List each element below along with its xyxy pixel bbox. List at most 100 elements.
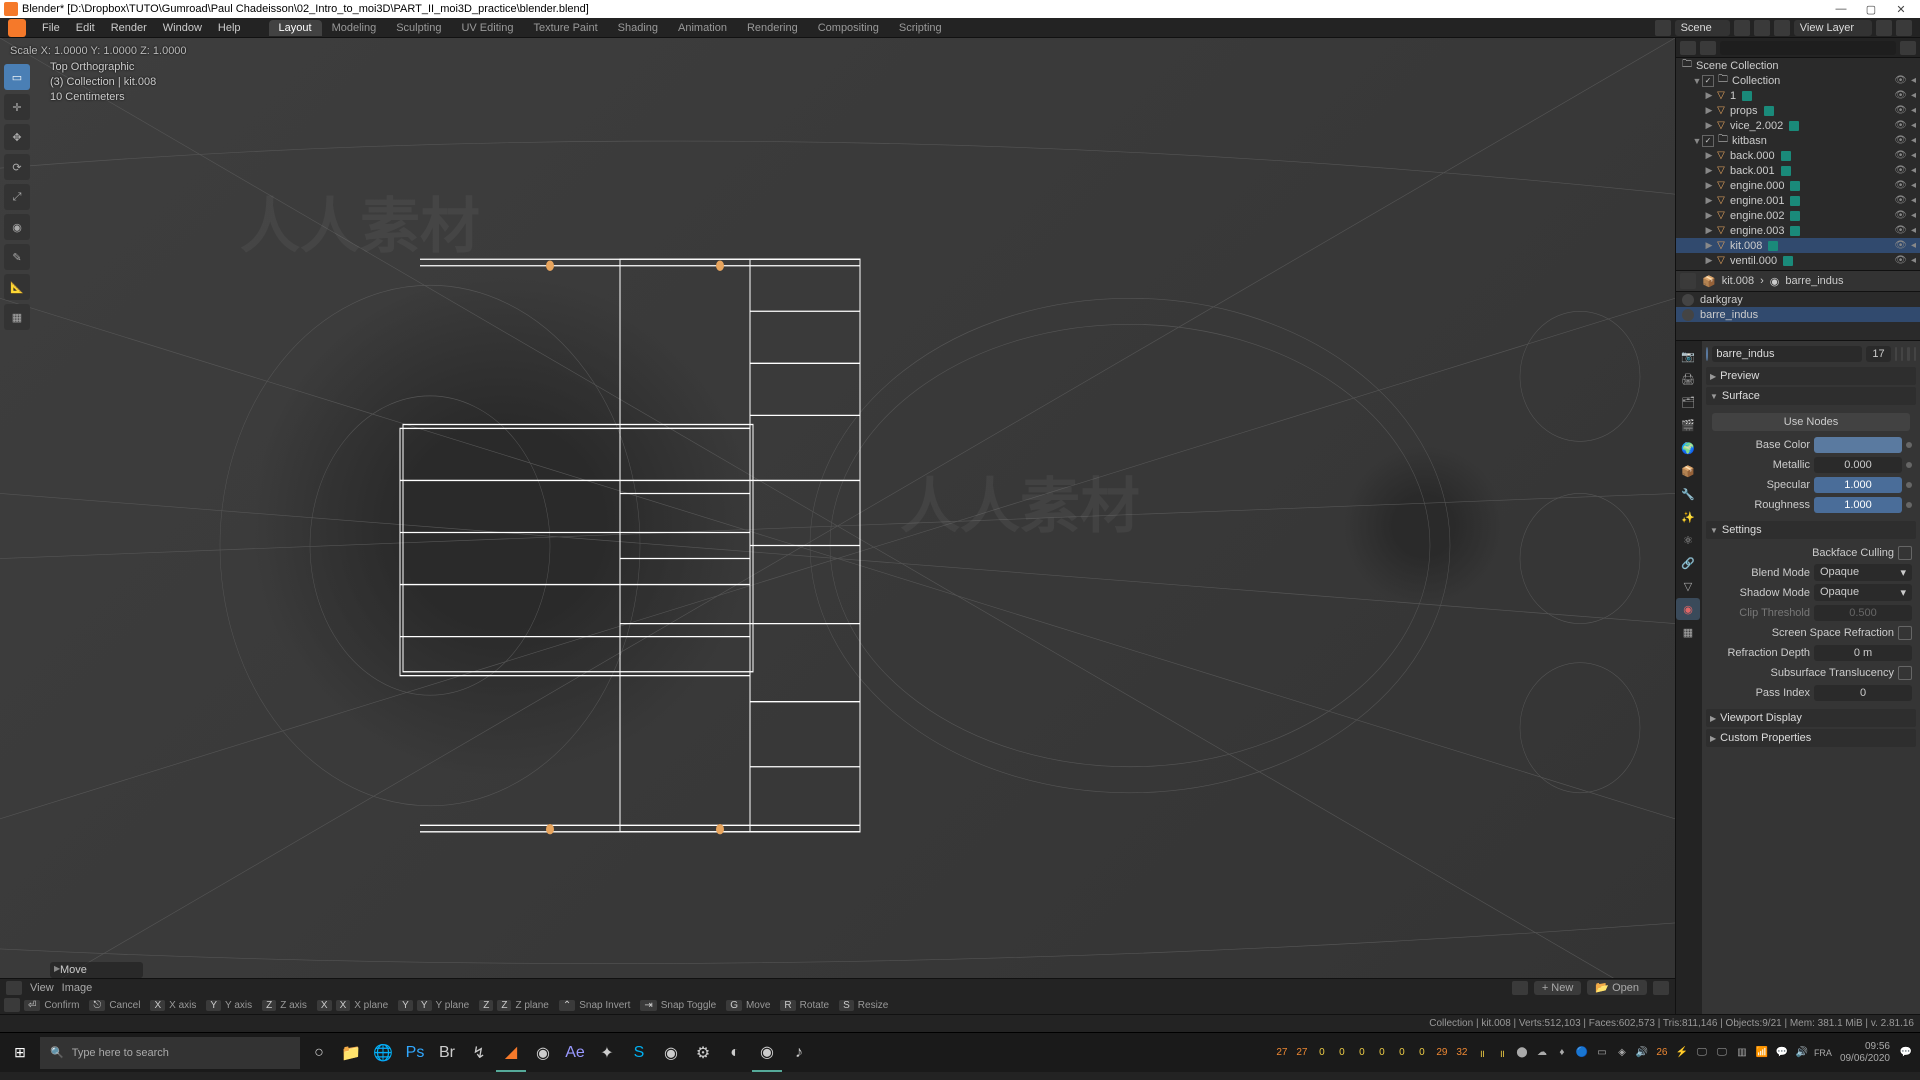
- outliner-row[interactable]: ▶▽engine.001👁◂: [1676, 193, 1920, 208]
- outliner-row[interactable]: ▶▽engine.000👁◂: [1676, 178, 1920, 193]
- tab-constraint-props[interactable]: 🔗: [1676, 552, 1700, 574]
- task-cortana-icon[interactable]: ○: [304, 1034, 334, 1072]
- uv-pin-icon[interactable]: [1653, 981, 1669, 995]
- task-chrome-icon[interactable]: 🌐: [368, 1034, 398, 1072]
- shadow-mode-dropdown[interactable]: Opaque▾: [1814, 584, 1912, 601]
- tab-object-props[interactable]: 📦: [1676, 460, 1700, 482]
- editor-type-icon-2[interactable]: [4, 998, 20, 1012]
- outliner-row[interactable]: ▶▽ventil.000👁◂: [1676, 253, 1920, 268]
- scene-dropdown-icon[interactable]: [1655, 20, 1671, 36]
- roughness-slider[interactable]: 1.000: [1814, 497, 1902, 513]
- tool-cursor[interactable]: ✛: [4, 94, 30, 120]
- viewlayer-name[interactable]: View Layer: [1794, 20, 1872, 36]
- start-button[interactable]: ⊞: [0, 1033, 40, 1073]
- 3d-viewport[interactable]: Scale X: 1.0000 Y: 1.0000 Z: 1.0000 Top …: [0, 38, 1675, 1014]
- tab-viewlayer-props[interactable]: 🗂: [1676, 391, 1700, 413]
- tab-compositing[interactable]: Compositing: [808, 20, 889, 36]
- tab-shading[interactable]: Shading: [608, 20, 668, 36]
- tab-render-props[interactable]: 📷: [1676, 345, 1700, 367]
- taskbar-search[interactable]: 🔍 Type here to search: [40, 1037, 300, 1069]
- refraction-depth[interactable]: 0 m: [1814, 645, 1912, 661]
- uv-menu-view[interactable]: View: [30, 982, 54, 994]
- material-slot[interactable]: barre_indus: [1676, 307, 1920, 322]
- outliner-type-icon[interactable]: [1680, 41, 1696, 55]
- material-slot-list[interactable]: darkgraybarre_indus: [1676, 292, 1920, 341]
- task-skype-icon[interactable]: S: [624, 1034, 654, 1072]
- outliner-display-icon[interactable]: [1700, 41, 1716, 55]
- crumb-object[interactable]: kit.008: [1722, 275, 1754, 287]
- task-moi3d-icon[interactable]: ◉: [528, 1034, 558, 1072]
- tool-select[interactable]: ▭: [4, 64, 30, 90]
- scene-new-icon[interactable]: [1734, 20, 1750, 36]
- basecolor-field[interactable]: [1814, 437, 1902, 453]
- tab-material-props[interactable]: ◉: [1676, 598, 1700, 620]
- uv-new-button[interactable]: + New: [1534, 981, 1582, 995]
- tab-world-props[interactable]: 🌍: [1676, 437, 1700, 459]
- material-unlink-icon[interactable]: [1907, 347, 1909, 361]
- outliner-row[interactable]: ▶▽kit.008👁◂: [1676, 238, 1920, 253]
- outliner-row[interactable]: ▼🗀Collection👁◂: [1676, 73, 1920, 88]
- task-explorer-icon[interactable]: 📁: [336, 1034, 366, 1072]
- outliner-row[interactable]: ▶▽engine.003👁◂: [1676, 223, 1920, 238]
- material-users[interactable]: 17: [1866, 346, 1890, 362]
- tab-physics-props[interactable]: ⚛: [1676, 529, 1700, 551]
- task-app5-icon[interactable]: ◐: [720, 1034, 750, 1072]
- outliner-filter-icon[interactable]: [1900, 41, 1916, 55]
- tab-uvediting[interactable]: UV Editing: [451, 20, 523, 36]
- viewlayer-new-icon[interactable]: [1876, 20, 1892, 36]
- outliner-row[interactable]: ▼🗀kitbasn👁◂: [1676, 133, 1920, 148]
- blender-logo-icon[interactable]: [8, 19, 26, 37]
- panel-custom-properties[interactable]: Custom Properties: [1706, 729, 1916, 747]
- ssr-check[interactable]: [1898, 626, 1912, 640]
- blend-mode-dropdown[interactable]: Opaque▾: [1814, 564, 1912, 581]
- outliner-row[interactable]: ▶▽back.001👁◂: [1676, 163, 1920, 178]
- outliner-row[interactable]: ▶▽engine.002👁◂: [1676, 208, 1920, 223]
- tab-layout[interactable]: Layout: [269, 20, 322, 36]
- tab-texture-props[interactable]: ▦: [1676, 621, 1700, 643]
- tab-rendering[interactable]: Rendering: [737, 20, 808, 36]
- tool-transform[interactable]: ◉: [4, 214, 30, 240]
- maximize-button[interactable]: ▢: [1856, 3, 1886, 16]
- task-app6-icon[interactable]: ◉: [752, 1034, 782, 1072]
- task-app2-icon[interactable]: ✦: [592, 1034, 622, 1072]
- material-copy-icon[interactable]: [1895, 347, 1897, 361]
- backface-culling-check[interactable]: [1898, 546, 1912, 560]
- task-app3-icon[interactable]: ◉: [656, 1034, 686, 1072]
- tab-output-props[interactable]: 🖨: [1676, 368, 1700, 390]
- menu-file[interactable]: File: [34, 22, 68, 34]
- tab-meshdata-props[interactable]: ▽: [1676, 575, 1700, 597]
- close-button[interactable]: ✕: [1886, 3, 1916, 16]
- specular-slider[interactable]: 1.000: [1814, 477, 1902, 493]
- taskbar-lang[interactable]: FRA: [1814, 1048, 1832, 1058]
- material-menu-icon[interactable]: [1914, 347, 1916, 361]
- outliner-search[interactable]: [1720, 41, 1896, 55]
- panel-preview[interactable]: Preview: [1706, 367, 1916, 385]
- task-bridge-icon[interactable]: Br: [432, 1034, 462, 1072]
- outliner[interactable]: 🗀Scene Collection▼🗀Collection👁◂▶▽1👁◂▶▽pr…: [1676, 58, 1920, 270]
- tab-modeling[interactable]: Modeling: [322, 20, 387, 36]
- minimize-button[interactable]: —: [1826, 3, 1856, 15]
- panel-settings[interactable]: Settings: [1706, 521, 1916, 539]
- tab-modifier-props[interactable]: 🔧: [1676, 483, 1700, 505]
- material-slot[interactable]: darkgray: [1676, 292, 1920, 307]
- outliner-row[interactable]: ▶▽vice_2.002👁◂: [1676, 118, 1920, 133]
- metallic-slider[interactable]: 0.000: [1814, 457, 1902, 473]
- material-name-field[interactable]: [1712, 346, 1862, 362]
- tab-texturepaint[interactable]: Texture Paint: [523, 20, 607, 36]
- taskbar-clock[interactable]: 09:5609/06/2020: [1836, 1041, 1894, 1065]
- editor-type-props-icon[interactable]: [1680, 273, 1696, 289]
- outliner-row[interactable]: ▶▽props👁◂: [1676, 103, 1920, 118]
- notifications-icon[interactable]: 💬: [1898, 1045, 1914, 1061]
- task-blender-icon[interactable]: ◢: [496, 1034, 526, 1072]
- crumb-material[interactable]: barre_indus: [1785, 275, 1843, 287]
- menu-help[interactable]: Help: [210, 22, 249, 34]
- tool-scale[interactable]: ⤢: [4, 184, 30, 210]
- tab-scripting[interactable]: Scripting: [889, 20, 952, 36]
- task-app-icon[interactable]: ↯: [464, 1034, 494, 1072]
- tab-animation[interactable]: Animation: [668, 20, 737, 36]
- scene-del-icon[interactable]: [1754, 20, 1770, 36]
- last-operator[interactable]: Move: [50, 962, 143, 978]
- outliner-row[interactable]: ▶▽1👁◂: [1676, 88, 1920, 103]
- panel-viewport-display[interactable]: Viewport Display: [1706, 709, 1916, 727]
- scene-name[interactable]: Scene: [1675, 20, 1730, 36]
